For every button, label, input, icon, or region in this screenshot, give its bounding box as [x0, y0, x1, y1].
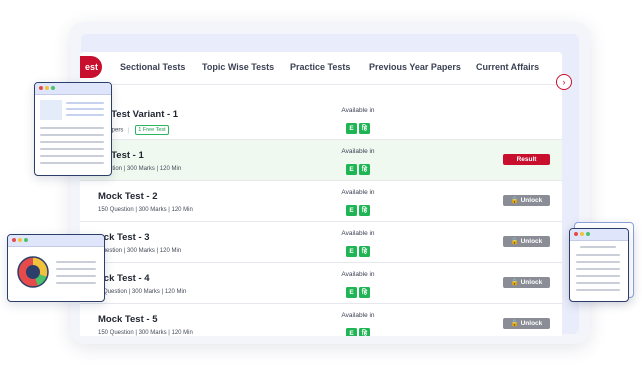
- availability: Available in E हि: [334, 271, 382, 299]
- text-line: [580, 246, 616, 248]
- text-line: [576, 282, 620, 284]
- document-illustration: [34, 82, 112, 176]
- text-line: [576, 254, 620, 256]
- maximize-dot-icon: [586, 232, 590, 236]
- text-line: [576, 289, 620, 291]
- minimize-dot-icon: [18, 238, 22, 242]
- minimize-dot-icon: [580, 232, 584, 236]
- available-label: Available in: [341, 271, 375, 278]
- report-illustration: [7, 234, 105, 302]
- tab-practice-tests[interactable]: Practice Tests: [290, 62, 350, 72]
- hindi-icon: हि: [359, 123, 370, 134]
- text-line: [576, 275, 620, 277]
- text-line: [40, 162, 104, 164]
- available-label: Available in: [341, 230, 375, 237]
- test-meta: 150 Question | 300 Marks | 120 Min: [98, 207, 193, 213]
- tab-sectional-tests[interactable]: Sectional Tests: [120, 62, 185, 72]
- tab-previous-year-papers[interactable]: Previous Year Papers: [369, 62, 461, 72]
- minimize-dot-icon: [45, 86, 49, 90]
- english-icon: E: [346, 123, 357, 134]
- english-icon: E: [346, 287, 357, 298]
- image-placeholder-icon: [40, 100, 62, 120]
- list-item[interactable]: ck Test Variant - 1 st Papers | 1 Free T…: [80, 99, 562, 140]
- hindi-icon: हि: [359, 205, 370, 216]
- unlock-button[interactable]: 🔒 Unlock: [503, 195, 550, 206]
- text-line: [40, 155, 104, 157]
- test-title: Mock Test - 5: [98, 314, 158, 325]
- text-line: [40, 148, 104, 150]
- list-item[interactable]: ock Test - 4 0 Question | 300 Marks | 12…: [80, 263, 562, 304]
- available-label: Available in: [341, 148, 375, 155]
- availability: Available in E हि: [334, 107, 382, 135]
- list-item[interactable]: ock Test - 3 Question | 300 Marks | 120 …: [80, 222, 562, 263]
- window-titlebar: [570, 229, 628, 241]
- window-titlebar: [35, 83, 111, 95]
- available-label: Available in: [341, 107, 375, 114]
- test-title: ock Test - 4: [98, 273, 150, 284]
- meta-divider: |: [128, 127, 130, 134]
- close-dot-icon: [39, 86, 43, 90]
- text-line: [40, 141, 104, 143]
- document-front-illustration: [569, 228, 629, 302]
- text-line: [56, 282, 96, 284]
- text-line: [56, 261, 96, 263]
- test-title: ock Test - 3: [98, 232, 150, 243]
- list-item[interactable]: ck Test - 1 Question | 300 Marks | 120 M…: [80, 140, 562, 181]
- availability: Available in E हि: [334, 312, 382, 336]
- english-icon: E: [346, 246, 357, 257]
- close-dot-icon: [12, 238, 16, 242]
- maximize-dot-icon: [24, 238, 28, 242]
- chevron-right-icon: ›: [556, 74, 572, 90]
- text-line: [40, 134, 104, 136]
- pie-chart-icon: [17, 256, 49, 288]
- unlock-button[interactable]: 🔒 Unlock: [503, 236, 550, 247]
- hindi-icon: हि: [359, 246, 370, 257]
- test-title: Mock Test - 2: [98, 191, 158, 202]
- english-icon: E: [346, 328, 357, 336]
- maximize-dot-icon: [51, 86, 55, 90]
- text-line: [66, 102, 104, 104]
- result-button[interactable]: Result: [503, 154, 550, 165]
- available-label: Available in: [341, 312, 375, 319]
- text-line: [576, 268, 620, 270]
- availability: Available in E हि: [334, 230, 382, 258]
- tab-bar: est Sectional Tests Topic Wise Tests Pra…: [80, 52, 562, 85]
- text-line: [56, 268, 96, 270]
- test-list-panel: est Sectional Tests Topic Wise Tests Pra…: [80, 52, 562, 336]
- list-item[interactable]: Mock Test - 5 150 Question | 300 Marks |…: [80, 304, 562, 336]
- close-dot-icon: [574, 232, 578, 236]
- text-line: [576, 261, 620, 263]
- tabs-scroll-right[interactable]: ›: [556, 74, 572, 90]
- hindi-icon: हि: [359, 287, 370, 298]
- list-item[interactable]: Mock Test - 2 150 Question | 300 Marks |…: [80, 181, 562, 222]
- hindi-icon: हि: [359, 164, 370, 175]
- text-line: [66, 108, 104, 110]
- free-test-badge: 1 Free Test: [135, 125, 169, 135]
- availability: Available in E हि: [334, 189, 382, 217]
- text-line: [66, 114, 104, 116]
- available-label: Available in: [341, 189, 375, 196]
- hindi-icon: हि: [359, 328, 370, 336]
- tab-current-affairs[interactable]: Current Affairs: [476, 62, 539, 72]
- test-meta: 0 Question | 300 Marks | 120 Min: [98, 289, 187, 295]
- tab-mock-tests[interactable]: est: [80, 56, 102, 78]
- test-meta: 150 Question | 300 Marks | 120 Min: [98, 330, 193, 336]
- window-titlebar: [8, 235, 104, 247]
- unlock-button[interactable]: 🔒 Unlock: [503, 318, 550, 329]
- tab-topic-wise-tests[interactable]: Topic Wise Tests: [202, 62, 274, 72]
- test-meta: Question | 300 Marks | 120 Min: [98, 248, 182, 254]
- availability: Available in E हि: [334, 148, 382, 176]
- text-line: [56, 275, 96, 277]
- english-icon: E: [346, 164, 357, 175]
- text-line: [40, 127, 104, 129]
- english-icon: E: [346, 205, 357, 216]
- unlock-button[interactable]: 🔒 Unlock: [503, 277, 550, 288]
